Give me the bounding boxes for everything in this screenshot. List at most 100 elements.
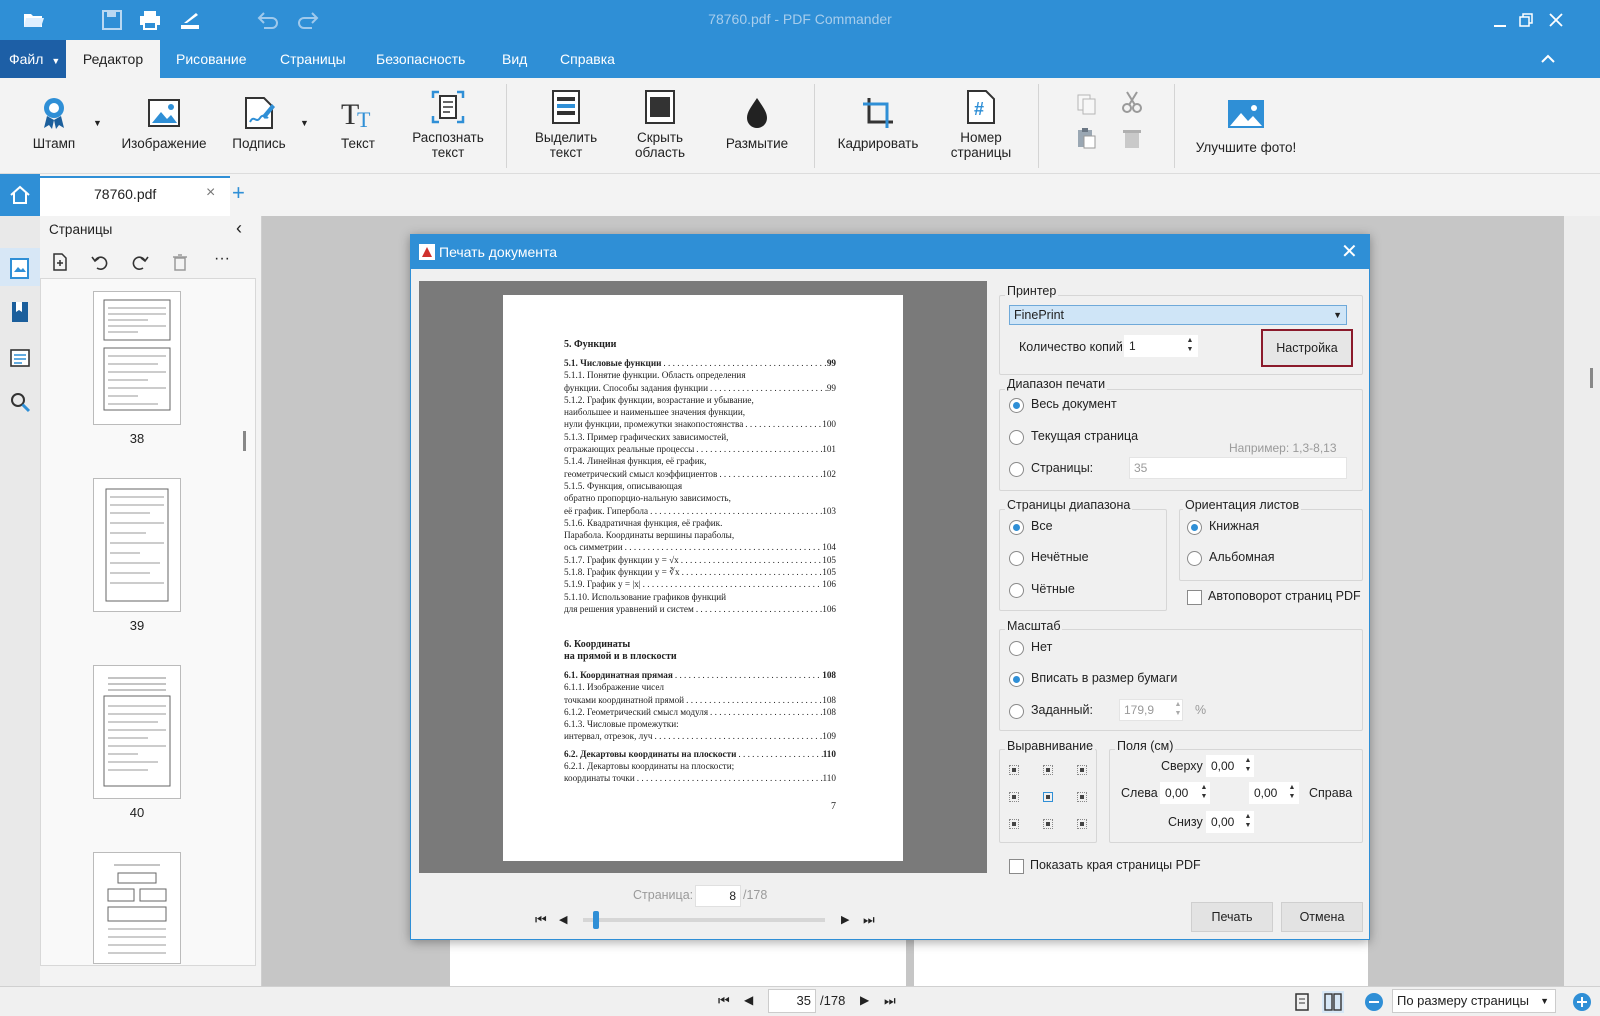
margin-bottom-spinner-icon[interactable]: ▲ ▼ <box>1243 812 1253 832</box>
close-dialog-icon[interactable]: ✕ <box>1341 235 1358 269</box>
preview-slider-thumb[interactable] <box>593 911 599 929</box>
signature-dropdown-icon[interactable]: ▼ <box>300 118 309 128</box>
image-button[interactable]: Изображение <box>116 78 212 174</box>
copies-spinner-icon[interactable]: ▲ ▼ <box>1185 336 1195 356</box>
cancel-button[interactable]: Отмена <box>1281 902 1363 932</box>
more-options-icon[interactable]: ··· <box>214 250 230 268</box>
pages-even-radio[interactable] <box>1009 583 1024 598</box>
close-window-icon[interactable] <box>1544 8 1568 32</box>
preview-slider-track[interactable] <box>583 918 825 922</box>
add-page-icon[interactable] <box>50 252 70 272</box>
align-top-right[interactable] <box>1077 765 1087 775</box>
enhance-photo-button[interactable]: Улучшите фото! <box>1190 78 1302 174</box>
margin-top-spinner-icon[interactable]: ▲ ▼ <box>1243 756 1253 776</box>
show-edges-checkbox[interactable] <box>1009 859 1024 874</box>
preview-page-input[interactable]: 8 <box>695 885 741 907</box>
crop-button[interactable]: Кадрировать <box>830 78 926 174</box>
delete-page-icon[interactable] <box>170 252 190 272</box>
home-button[interactable] <box>0 174 40 216</box>
portrait-radio[interactable] <box>1187 520 1202 535</box>
align-center[interactable] <box>1043 792 1053 802</box>
preview-last-icon[interactable]: ⏭ <box>863 912 875 928</box>
prev-page-icon[interactable]: ◀ <box>744 993 753 1007</box>
blur-button[interactable]: Размытие <box>716 78 798 174</box>
ocr-button[interactable]: Распознать текст <box>406 78 490 174</box>
scale-none-radio[interactable] <box>1009 641 1024 656</box>
scale-custom-radio[interactable] <box>1009 704 1024 719</box>
scrollbar-thumb[interactable] <box>1590 368 1593 388</box>
range-all-radio[interactable] <box>1009 398 1024 413</box>
restore-icon[interactable] <box>1514 8 1538 32</box>
text-button[interactable]: TT Текст <box>330 78 386 174</box>
scale-spinner-icon[interactable]: ▲ ▼ <box>1173 700 1183 720</box>
print-button[interactable]: Печать <box>1191 902 1273 932</box>
zoom-select[interactable]: По размеру страницы ▼ <box>1392 989 1556 1013</box>
page-thumbnail-41[interactable] <box>93 852 181 964</box>
rotate-right-icon[interactable] <box>130 252 150 272</box>
minimize-icon[interactable] <box>1488 8 1512 32</box>
collapse-ribbon-icon[interactable] <box>1538 49 1558 69</box>
single-page-view-icon[interactable] <box>1294 993 1310 1011</box>
collapse-panel-icon[interactable]: ‹ <box>236 218 242 239</box>
margin-right-spinner-icon[interactable]: ▲ ▼ <box>1287 783 1297 803</box>
search-icon[interactable] <box>8 390 32 414</box>
printer-select[interactable]: FinePrint ▼ <box>1009 305 1347 325</box>
next-page-icon[interactable]: ▶ <box>860 993 869 1007</box>
range-current-radio[interactable] <box>1009 430 1024 445</box>
hide-area-button[interactable]: Скрыть область <box>622 78 698 174</box>
pages-all-radio[interactable] <box>1009 520 1024 535</box>
menu-help[interactable]: Справка <box>544 40 631 78</box>
page-thumbnail-38[interactable] <box>93 291 181 425</box>
range-pages-radio[interactable] <box>1009 462 1024 477</box>
preview-next-icon[interactable]: ▶ <box>841 913 849 926</box>
delete-icon[interactable] <box>1120 126 1144 150</box>
highlight-text-button[interactable]: Выделить текст <box>526 78 606 174</box>
stamp-button[interactable]: Штамп <box>18 78 90 174</box>
document-tab[interactable]: 78760.pdf × <box>40 176 230 216</box>
align-bottom-left[interactable] <box>1009 819 1019 829</box>
margin-left-spinner-icon[interactable]: ▲ ▼ <box>1199 783 1209 803</box>
page-number-button[interactable]: # Номер страницы <box>942 78 1020 174</box>
align-middle-right[interactable] <box>1077 792 1087 802</box>
thumbnail-scrollbar[interactable] <box>243 431 246 451</box>
first-page-icon[interactable]: ⏮ <box>718 993 730 1009</box>
stamp-dropdown-icon[interactable]: ▼ <box>93 118 102 128</box>
scale-fit-radio[interactable] <box>1009 672 1024 687</box>
bookmarks-icon[interactable] <box>8 300 32 324</box>
cut-icon[interactable] <box>1120 90 1144 114</box>
menu-editor[interactable]: Редактор <box>66 40 160 78</box>
preview-prev-icon[interactable]: ◀ <box>559 913 567 926</box>
menu-pages[interactable]: Страницы <box>264 40 362 78</box>
align-top-left[interactable] <box>1009 765 1019 775</box>
pages-odd-radio[interactable] <box>1009 551 1024 566</box>
zoom-in-icon[interactable] <box>1572 992 1592 1012</box>
current-page-input[interactable]: 35 <box>768 989 816 1013</box>
copy-icon[interactable] <box>1074 92 1098 116</box>
preview-first-icon[interactable]: ⏮ <box>535 912 547 928</box>
menu-file[interactable]: Файл ▼ <box>0 40 66 78</box>
printer-setup-button[interactable]: Настройка <box>1261 329 1353 367</box>
align-bottom-center[interactable] <box>1043 819 1053 829</box>
page-thumbnail-40[interactable] <box>93 665 181 799</box>
close-tab-icon[interactable]: × <box>206 184 215 202</box>
paste-icon[interactable] <box>1074 126 1098 150</box>
new-tab-icon[interactable]: + <box>232 180 245 206</box>
last-page-icon[interactable]: ⏭ <box>884 993 896 1009</box>
pages-panel-icon[interactable] <box>8 256 32 280</box>
two-page-view-icon[interactable] <box>1322 991 1344 1013</box>
menu-security[interactable]: Безопасность <box>360 40 481 78</box>
autorotate-checkbox[interactable] <box>1187 590 1202 605</box>
page-thumbnail-39[interactable] <box>93 478 181 612</box>
landscape-radio[interactable] <box>1187 551 1202 566</box>
align-top-center[interactable] <box>1043 765 1053 775</box>
rotate-left-icon[interactable] <box>90 252 110 272</box>
zoom-out-icon[interactable] <box>1364 992 1384 1012</box>
vertical-scrollbar[interactable] <box>1564 216 1600 986</box>
signature-button[interactable]: Подпись <box>224 78 294 174</box>
range-pages-input[interactable]: 35 <box>1129 457 1347 479</box>
align-middle-left[interactable] <box>1009 792 1019 802</box>
comments-icon[interactable] <box>8 346 32 370</box>
menu-drawing[interactable]: Рисование <box>160 40 263 78</box>
menu-view[interactable]: Вид <box>486 40 543 78</box>
align-bottom-right[interactable] <box>1077 819 1087 829</box>
